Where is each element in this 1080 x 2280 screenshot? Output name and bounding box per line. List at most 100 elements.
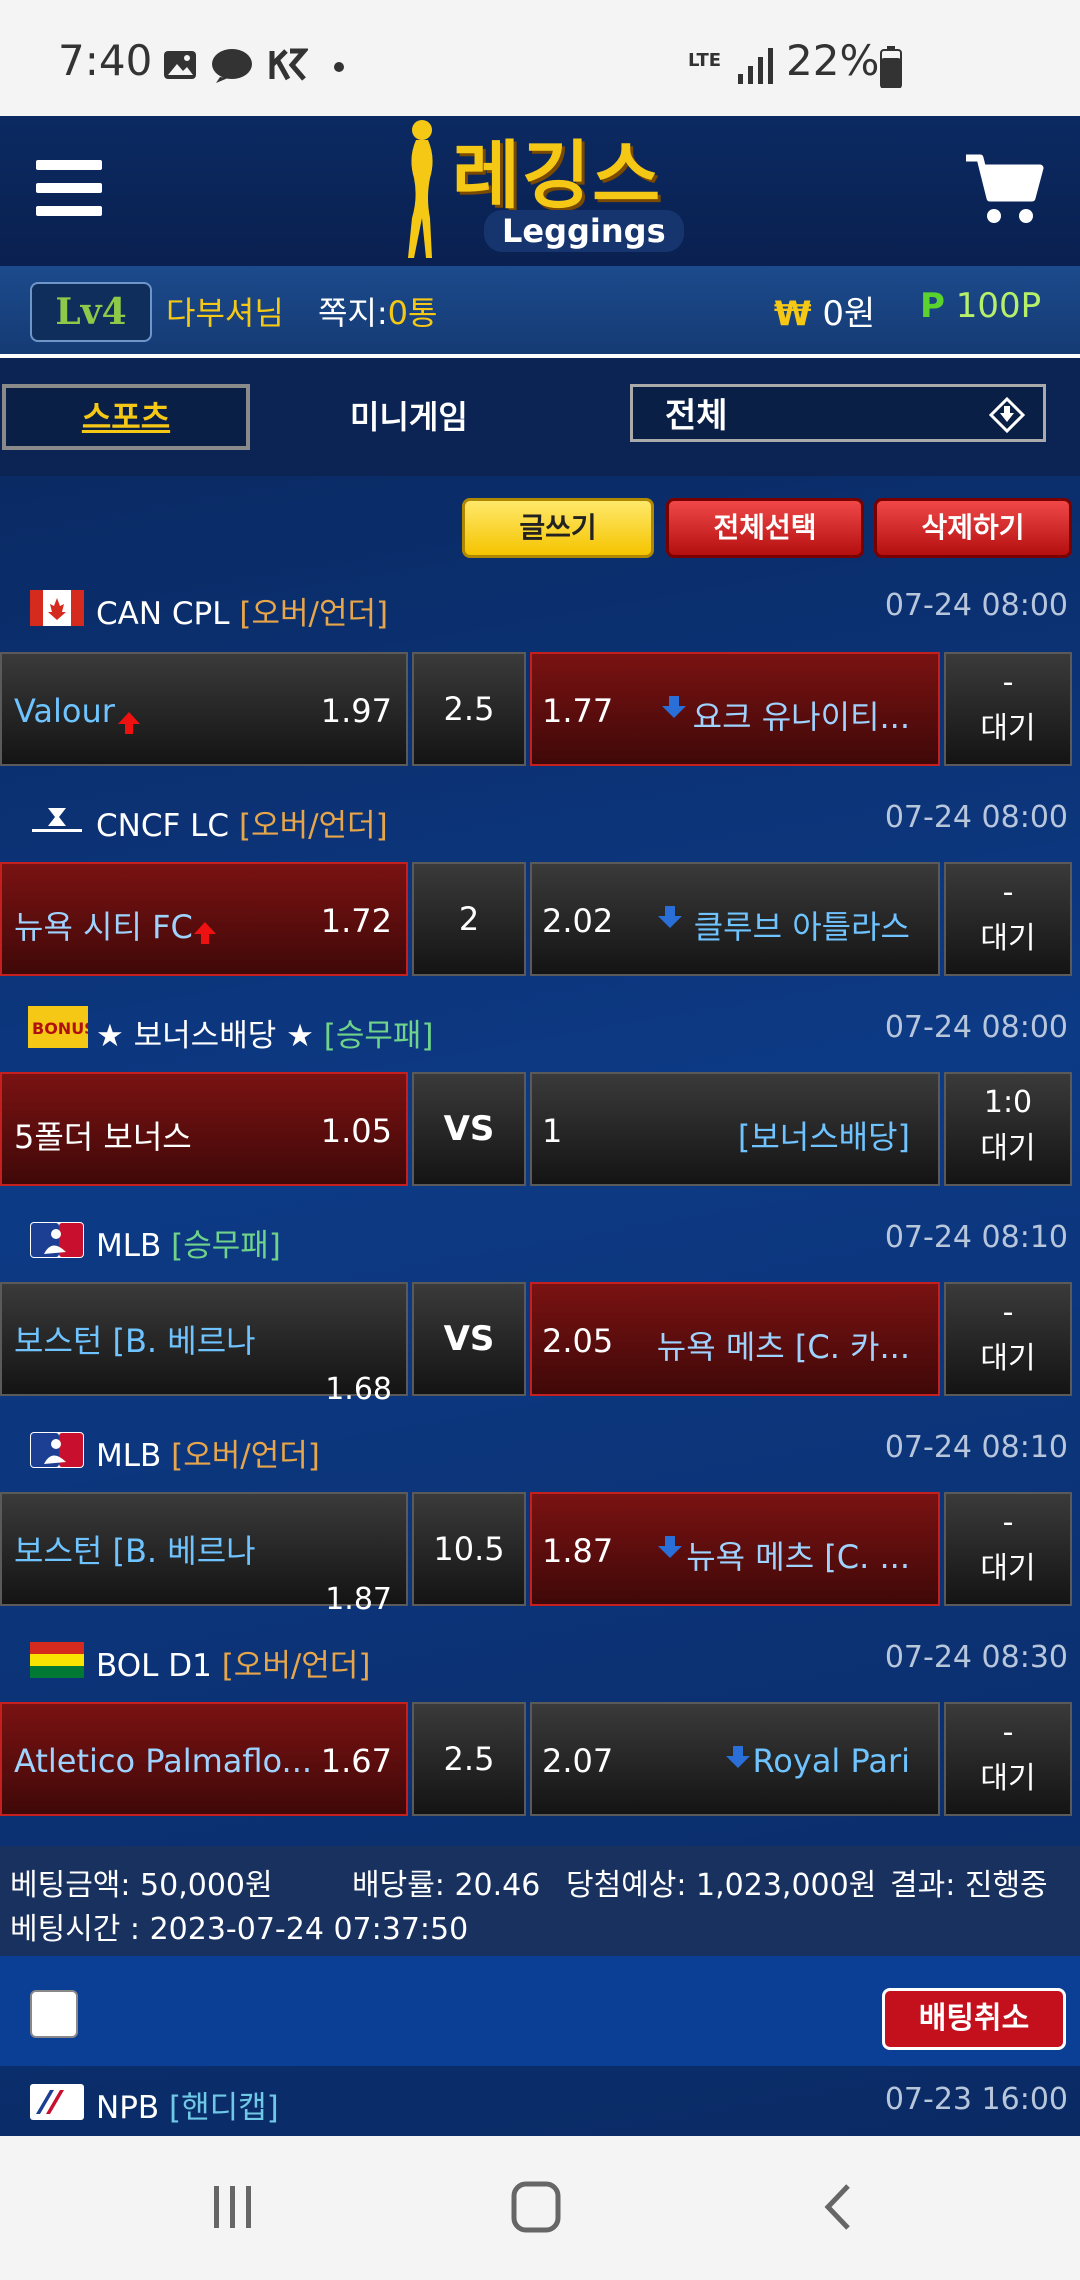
away-odds: 1.77 [542, 692, 614, 730]
away-team: Royal Pari [752, 1742, 911, 1780]
canada-flag-icon [30, 590, 84, 626]
home-team: Valour [14, 692, 115, 730]
user-bar [0, 266, 1080, 354]
league-row: CNCF LC [오버/언더] 07-24 08:00 [0, 788, 1080, 852]
status-cell: 1:0 대기 [944, 1072, 1072, 1186]
away-team: [보너스배당] [737, 1118, 910, 1156]
dot-icon [334, 62, 344, 72]
logo-figure-icon [408, 120, 433, 258]
league-row: CAN CPL [오버/언더] 07-24 08:00 [0, 576, 1080, 640]
line-cell: 2.5 [412, 1702, 526, 1816]
network-type: LTE [688, 50, 722, 71]
bet-status: 대기 [980, 1131, 1036, 1166]
home-odds: 1.67 [320, 1742, 392, 1780]
home-team: 보스턴 [B. 베르나 [14, 1532, 256, 1570]
bet-amount: 베팅금액: 50,000원 [10, 1868, 273, 1903]
cart-icon[interactable] [964, 152, 1044, 228]
svg-text:BONUS: BONUS [32, 1019, 88, 1038]
away-cell: 1.87 뉴욕 메츠 [C. ... [530, 1492, 940, 1606]
notes-link[interactable]: 쪽지:0통 [318, 288, 437, 334]
battery-icon [880, 46, 902, 88]
match-row: 뉴욕 시티 FC 1.72 2 2.02 클루브 아틀라스 - 대기 [0, 862, 1080, 980]
won-icon: ₩ [774, 294, 812, 334]
tab-minigame[interactable]: 미니게임 [350, 392, 468, 438]
points-value: 100P [955, 286, 1042, 326]
line-cell: VS [412, 1282, 526, 1396]
system-nav-bar [0, 2136, 1080, 2280]
down-arrow-icon [726, 1746, 750, 1768]
messenger-icon [212, 49, 252, 83]
bet-status: 대기 [980, 1551, 1036, 1586]
total-odds: 배당률: 20.46 [352, 1868, 541, 1903]
level-badge: Lv4 [30, 282, 152, 342]
league-row: MLB [오버/언더] 07-24 08:10 [0, 1418, 1080, 1482]
match-time: 07-24 08:10 [884, 1430, 1068, 1465]
league-name: CNCF LC [96, 808, 230, 844]
status-cell: - 대기 [944, 1702, 1072, 1816]
match-row: 보스턴 [B. 베르나 1.87 10.5 1.87 뉴욕 메츠 [C. ...… [0, 1492, 1080, 1617]
menu-icon[interactable] [36, 160, 102, 216]
match-time: 07-24 08:30 [884, 1640, 1068, 1675]
score: 1:0 [983, 1085, 1033, 1120]
home-team: 5폴더 보너스 [14, 1118, 192, 1156]
away-team: 뉴욕 메츠 [C. 카... [656, 1328, 910, 1366]
down-arrow-icon [658, 906, 682, 928]
bet-summary: 베팅금액: 50,000원 배당률: 20.46 당첨예상: 1,023,000… [0, 1846, 1080, 1956]
bolivia-flag-icon [30, 1642, 84, 1678]
match-time: 07-24 08:10 [884, 1220, 1068, 1255]
away-cell: 2.05 뉴욕 메츠 [C. 카... [530, 1282, 940, 1396]
away-cell: 1.77 요크 유나이티... [530, 652, 940, 766]
away-team: 뉴욕 메츠 [C. ... [686, 1538, 910, 1576]
away-odds: 2.07 [542, 1742, 614, 1780]
league-row: BOL D1 [오버/언더] 07-24 08:30 [0, 1628, 1080, 1692]
notes-count: 0통 [387, 294, 438, 332]
up-arrow-icon [194, 922, 216, 944]
select-all-button[interactable]: 전체선택 [666, 498, 864, 558]
write-button[interactable]: 글쓰기 [462, 498, 654, 558]
league-name: BOL D1 [96, 1648, 212, 1684]
match-time: 07-24 08:00 [884, 588, 1068, 623]
delete-button[interactable]: 삭제하기 [874, 498, 1072, 558]
mlb-logo-icon [30, 1222, 84, 1258]
bet-select-checkbox[interactable] [30, 1990, 78, 2038]
expected-win: 당첨예상: 1,023,000원 [566, 1868, 877, 1903]
league-row: NPB [핸디캡] 07-23 16:00 [0, 2070, 1080, 2134]
match-time: 07-23 16:00 [884, 2082, 1068, 2117]
recent-apps-icon[interactable] [210, 2182, 256, 2232]
bet-type: [승무패] [171, 1228, 281, 1264]
match-time: 07-24 08:00 [884, 800, 1068, 835]
bet-status: 대기 [980, 921, 1036, 956]
score: - [1002, 665, 1014, 700]
home-cell: 5폴더 보너스 1.05 [0, 1072, 408, 1186]
mlb-logo-icon [30, 1432, 84, 1468]
back-icon[interactable] [820, 2182, 854, 2232]
home-icon[interactable] [510, 2180, 562, 2234]
status-cell: - 대기 [944, 1282, 1072, 1396]
bet-type: [핸디캡] [169, 2090, 279, 2126]
line-cell: VS [412, 1072, 526, 1186]
cancel-bet-button[interactable]: 배팅취소 [882, 1988, 1066, 2050]
filter-select[interactable]: 전체 [630, 384, 1046, 442]
bet-type: [오버/언더] [238, 808, 388, 844]
away-team: 요크 유나이티... [692, 698, 910, 736]
home-odds: 1.87 [325, 1582, 392, 1617]
bet-type: [오버/언더] [239, 596, 389, 632]
home-cell: 보스턴 [B. 베르나 1.68 [0, 1282, 408, 1407]
away-odds: 1 [542, 1112, 563, 1150]
league-row: MLB [승무패] 07-24 08:10 [0, 1208, 1080, 1272]
signal-icon [738, 48, 773, 84]
tab-sports[interactable]: 스포츠 [2, 384, 250, 450]
bet-type: [오버/언더] [221, 1648, 371, 1684]
dropdown-icon [989, 397, 1025, 433]
home-team: Atletico Palmaflo... [14, 1742, 313, 1780]
bet-type: [승무패] [323, 1018, 434, 1054]
home-cell: Valour 1.97 [0, 652, 408, 766]
match-row: 5폴더 보너스 1.05 VS 1 [보너스배당] 1:0 대기 [0, 1072, 1080, 1190]
filter-value: 전체 [665, 396, 728, 436]
away-cell: 2.02 클루브 아틀라스 [530, 862, 940, 976]
league-row: BONUS ★ 보너스배당 ★ [승무패] 07-24 08:00 [0, 998, 1080, 1062]
line-cell: 2.5 [412, 652, 526, 766]
match-row: Valour 1.97 2.5 1.77 요크 유나이티... - 대기 [0, 652, 1080, 770]
line-cell: 10.5 [412, 1492, 526, 1606]
league-name: MLB [96, 1228, 162, 1264]
